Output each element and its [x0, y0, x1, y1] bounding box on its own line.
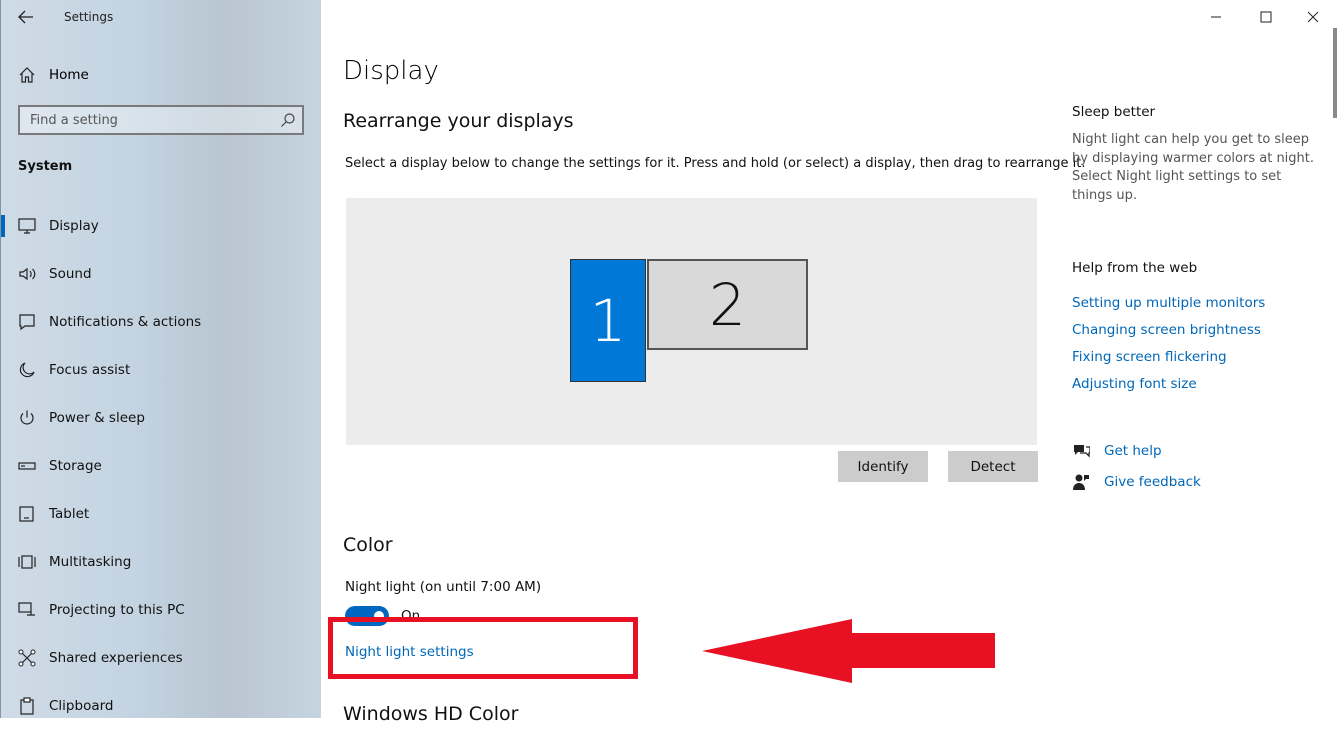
sidebar-item-storage[interactable]: Storage	[1, 442, 322, 490]
sidebar-item-label: Multitasking	[49, 554, 132, 570]
rearrange-description: Select a display below to change the set…	[345, 156, 1086, 171]
sidebar-item-label: Storage	[49, 458, 102, 474]
rearrange-heading: Rearrange your displays	[343, 110, 574, 132]
sidebar-item-clipboard[interactable]: Clipboard	[1, 682, 322, 730]
display-1-tile[interactable]: 1	[570, 259, 646, 382]
power-icon	[20, 410, 34, 425]
sidebar-item-label: Power & sleep	[49, 410, 145, 426]
nav-home[interactable]: Home	[18, 64, 89, 86]
close-icon	[1307, 11, 1319, 23]
projecting-icon	[18, 602, 35, 616]
annotation-arrow-icon	[702, 619, 995, 683]
window-title: Settings	[64, 10, 114, 24]
maximize-button[interactable]	[1251, 4, 1281, 30]
get-help-link[interactable]: Get help	[1104, 443, 1162, 459]
sidebar-item-label: Display	[49, 218, 99, 234]
display-arrangement-area: 1 2	[346, 198, 1037, 445]
sidebar-item-label: Tablet	[49, 506, 90, 522]
storage-icon	[18, 462, 36, 470]
sidebar-item-tablet[interactable]: Tablet	[1, 490, 322, 538]
maximize-icon	[1260, 11, 1272, 23]
clipboard-icon	[20, 697, 34, 715]
tablet-icon	[19, 506, 34, 522]
night-light-label: Night light (on until 7:00 AM)	[345, 579, 542, 595]
identify-button[interactable]: Identify	[838, 451, 928, 482]
chat-help-icon	[1074, 445, 1090, 458]
sidebar-item-label: Focus assist	[49, 362, 131, 378]
sidebar-item-label: Clipboard	[49, 698, 114, 714]
monitor-icon	[18, 218, 36, 234]
annotation-highlight-box	[328, 617, 638, 679]
sidebar-item-projecting[interactable]: Projecting to this PC	[1, 586, 322, 634]
detect-button[interactable]: Detect	[948, 451, 1038, 482]
moon-icon	[19, 362, 35, 378]
sidebar-item-label: Notifications & actions	[49, 314, 202, 330]
sidebar-item-sound[interactable]: Sound	[1, 250, 322, 298]
display-2-tile[interactable]: 2	[647, 259, 808, 350]
search-box[interactable]	[18, 105, 304, 135]
multitasking-icon	[18, 555, 36, 569]
help-link-font-size[interactable]: Adjusting font size	[1072, 376, 1197, 392]
sidebar-item-label: Shared experiences	[49, 650, 183, 666]
sidebar: Settings Home System Display Sound Notif…	[0, 0, 321, 718]
help-heading: Help from the web	[1072, 260, 1198, 276]
minimize-button[interactable]	[1201, 4, 1231, 30]
page-title: Display	[343, 56, 439, 86]
search-input[interactable]	[20, 107, 270, 133]
help-link-multiple-monitors[interactable]: Setting up multiple monitors	[1072, 295, 1265, 311]
sleep-better-text: Night light can help you get to sleep by…	[1072, 132, 1315, 203]
give-feedback-row[interactable]: Give feedback	[1072, 472, 1201, 492]
notification-icon	[19, 314, 35, 331]
home-icon	[19, 67, 35, 83]
sidebar-item-power-sleep[interactable]: Power & sleep	[1, 394, 322, 442]
search-icon[interactable]	[280, 112, 296, 128]
sidebar-item-display[interactable]: Display	[1, 202, 322, 250]
help-link-flickering[interactable]: Fixing screen flickering	[1072, 349, 1227, 365]
sidebar-item-label: Sound	[49, 266, 92, 282]
speaker-icon	[19, 267, 36, 281]
hdr-heading: Windows HD Color	[343, 703, 519, 725]
sidebar-item-shared-experiences[interactable]: Shared experiences	[1, 634, 322, 682]
sleep-better-heading: Sleep better	[1072, 104, 1156, 120]
get-help-row[interactable]: Get help	[1072, 441, 1162, 461]
back-arrow-icon[interactable]	[15, 6, 37, 28]
section-title: System	[18, 159, 73, 174]
main-content: Display Rearrange your displays Select a…	[321, 0, 1337, 725]
sidebar-item-multitasking[interactable]: Multitasking	[1, 538, 322, 586]
minimize-icon	[1211, 16, 1221, 18]
sidebar-item-focus-assist[interactable]: Focus assist	[1, 346, 322, 394]
sidebar-item-notifications[interactable]: Notifications & actions	[1, 298, 322, 346]
scrollbar[interactable]	[1333, 28, 1337, 118]
sidebar-item-label: Projecting to this PC	[49, 602, 185, 618]
nav-list: Display Sound Notifications & actions Fo…	[1, 202, 322, 730]
give-feedback-link[interactable]: Give feedback	[1104, 474, 1201, 490]
nav-home-label: Home	[49, 67, 89, 83]
help-link-brightness[interactable]: Changing screen brightness	[1072, 322, 1261, 338]
color-heading: Color	[343, 534, 393, 556]
close-button[interactable]	[1298, 4, 1328, 30]
feedback-person-icon	[1073, 474, 1089, 490]
shared-icon	[18, 649, 36, 667]
